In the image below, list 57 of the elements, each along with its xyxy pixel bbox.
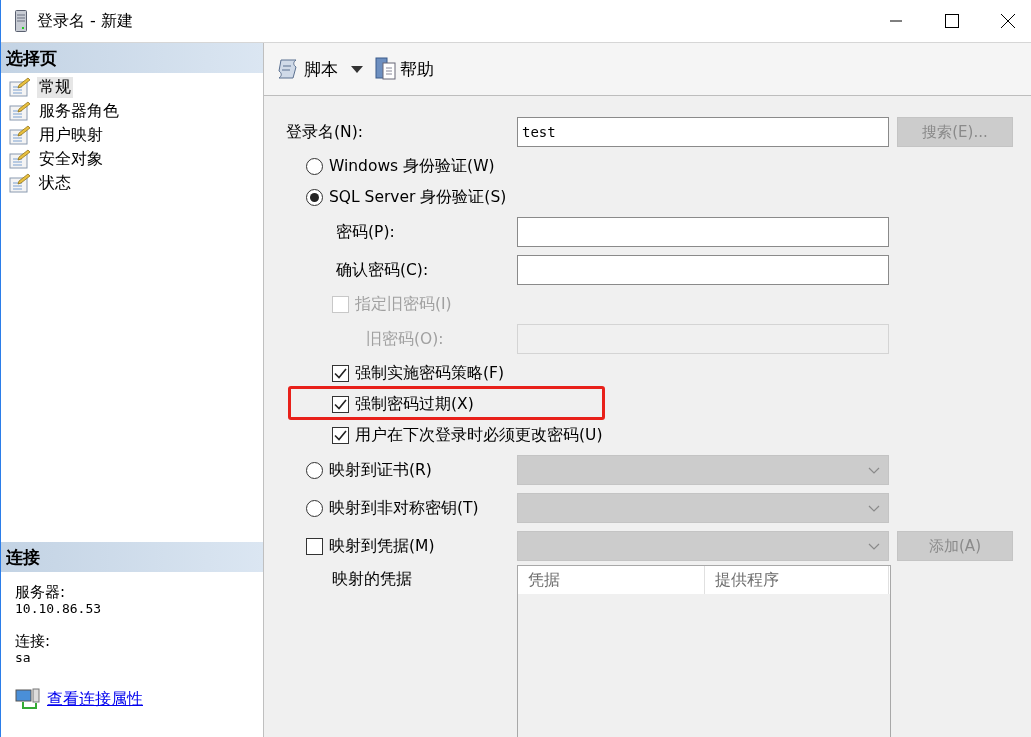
document-icon (375, 57, 397, 81)
caret-icon (351, 65, 363, 73)
page-icon (9, 173, 31, 193)
checkmark-icon (334, 430, 347, 441)
sidebar-item[interactable]: 状态 (37, 172, 73, 194)
page-icon (9, 125, 31, 145)
field-label: 旧密码(O): (366, 328, 444, 350)
radio-label: SQL Server 身份验证(S) (329, 187, 507, 208)
text-field[interactable] (517, 217, 889, 247)
sidebar-item[interactable]: 安全对象 (37, 148, 105, 170)
server-value: 10.10.86.53 (15, 601, 103, 617)
checkmark-icon (334, 368, 347, 379)
radio-button[interactable] (306, 461, 323, 479)
sidebar-item[interactable]: 用户映射 (37, 124, 105, 146)
page-icon (9, 77, 31, 97)
checkbox[interactable] (332, 365, 349, 382)
column-header[interactable]: 提供程序 (705, 566, 889, 594)
connection-label: 连接: (15, 633, 52, 650)
sidebar-header: 连接 (1, 542, 263, 572)
radio-button[interactable] (306, 158, 323, 175)
window-title: 登录名 - 新建 (37, 10, 134, 32)
page-icon (9, 149, 31, 169)
radio-label: Windows 身份验证(W) (329, 156, 495, 177)
chevron-down-icon (868, 504, 880, 512)
toolbar-button[interactable]: 脚本 (274, 55, 366, 83)
checkbox[interactable] (332, 396, 349, 413)
checkmark-icon (334, 399, 347, 410)
toolbar-button[interactable]: 帮助 (372, 55, 437, 83)
sidebar-header: 选择页 (1, 43, 263, 73)
radio-button[interactable] (306, 499, 323, 517)
radio-button[interactable] (306, 189, 323, 206)
checkbox-label: 映射到凭据(M) (329, 535, 435, 557)
connection-properties-link[interactable]: 查看连接属性 (47, 688, 143, 710)
sidebar-item[interactable]: 服务器角色 (37, 100, 121, 122)
chevron-down-icon (868, 466, 880, 474)
field-label: 确认密码(C): (336, 259, 429, 281)
checkbox-label: 指定旧密码(I) (355, 294, 452, 315)
page-icon (9, 101, 31, 121)
server-icon (15, 10, 27, 32)
checkbox-label: 用户在下次登录时必须更改密码(U) (355, 425, 603, 446)
checkbox-label: 强制实施密码策略(F) (355, 363, 504, 384)
server-label: 服务器: (15, 584, 67, 601)
text-field[interactable] (517, 255, 889, 285)
field-label: 密码(P): (336, 221, 395, 243)
radio-label: 映射到非对称密钥(T) (329, 497, 479, 519)
chevron-down-icon (868, 542, 880, 550)
text-field[interactable]: test (517, 117, 889, 147)
grid-label: 映射的凭据 (332, 569, 412, 590)
checkbox[interactable] (332, 427, 349, 444)
sidebar-item[interactable]: 常规 (37, 76, 73, 98)
checkbox-label: 强制密码过期(X) (355, 394, 474, 415)
field-label: 登录名(N): (286, 121, 363, 143)
radio-label: 映射到证书(R) (329, 459, 432, 481)
column-header[interactable]: 凭据 (518, 566, 705, 594)
computer-icon (15, 688, 41, 710)
checkbox[interactable] (306, 537, 323, 555)
connection-value: sa (15, 650, 32, 666)
